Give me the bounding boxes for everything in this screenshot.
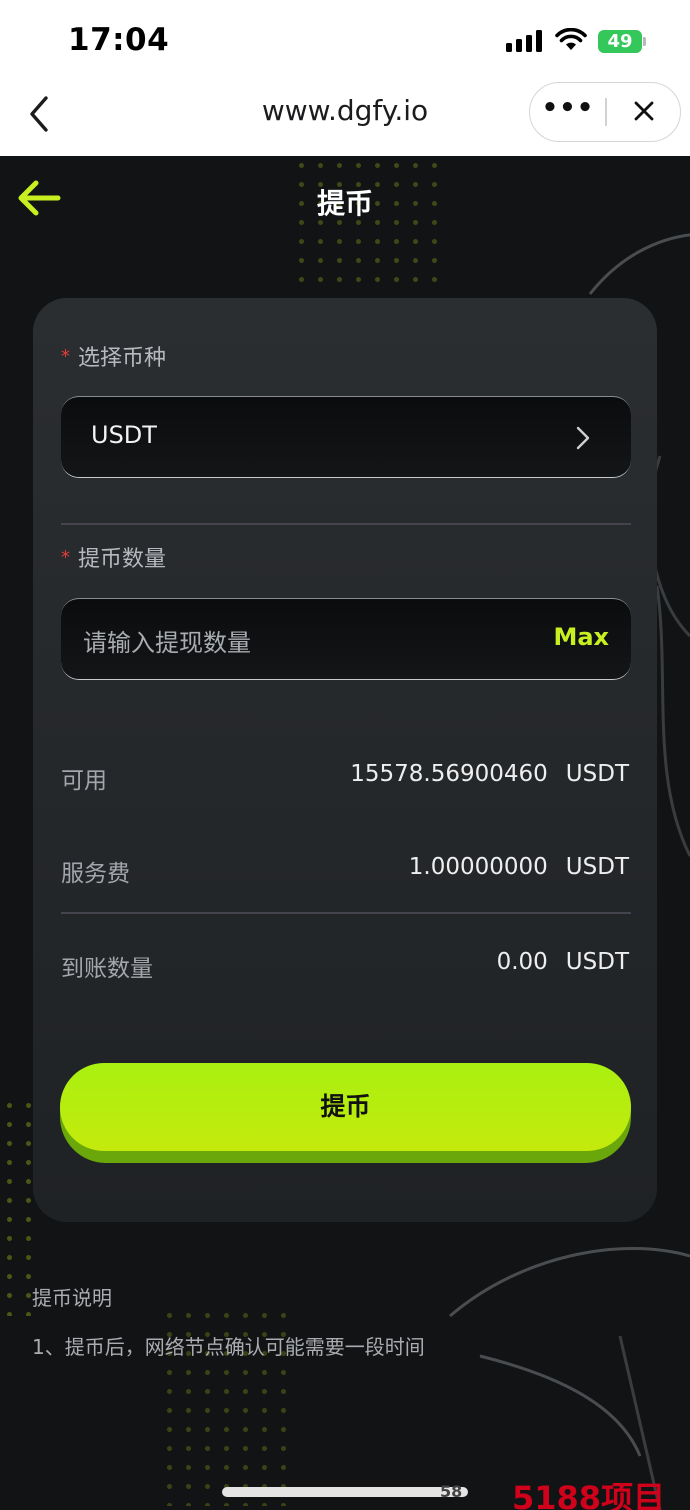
required-mark: * [61,547,70,568]
browser-bar: www.dgfy.io ••• [0,80,690,156]
available-amount: 15578.56900460 [350,761,548,787]
battery-icon: 49 [598,30,642,53]
available-unit: USDT [565,761,629,787]
notes-item: 1、提币后，网络节点确认可能需要一段时间 [32,1335,425,1359]
notes-title: 提币说明 [32,1286,112,1310]
wifi-icon [555,28,587,50]
fee-value: 1.00000000 USDT [409,854,629,880]
withdraw-page: 提币 * 选择币种 USDT * 提币数量 请输入提现数量 Max 可用 15578… [0,156,690,1510]
submit-button[interactable]: 提币 [60,1063,631,1163]
status-bar: 17:04 49 [0,0,690,80]
home-indicator[interactable] [222,1487,468,1497]
received-value: 0.00 USDT [497,949,629,975]
submit-label: 提币 [60,1063,631,1151]
fee-amount: 1.00000000 [408,854,548,880]
browser-capsule: ••• [529,82,681,142]
amount-label-text: 提币数量 [78,547,167,572]
required-mark: * [61,346,70,367]
amount-input[interactable]: 请输入提现数量 Max [61,598,631,680]
battery-cap [643,37,646,46]
chevron-right-icon [576,426,590,450]
withdraw-card: * 选择币种 USDT * 提币数量 请输入提现数量 Max 可用 15578.56… [33,298,657,1222]
divider [61,912,631,914]
available-label: 可用 [61,768,107,794]
amount-label: * 提币数量 [61,541,166,573]
available-value: 15578.56900460 USDT [350,761,629,787]
status-time: 17:04 [68,22,170,58]
amount-placeholder: 请输入提现数量 [83,629,251,657]
close-icon[interactable] [607,83,681,140]
received-label: 到账数量 [61,956,153,982]
received-unit: USDT [565,949,629,975]
signal-icon [506,30,544,52]
watermark-small: 58 [440,1482,463,1501]
fee-label: 服务费 [61,861,130,887]
currency-value: USDT [91,421,157,449]
currency-label: * 选择币种 [61,340,166,372]
more-icon[interactable]: ••• [530,83,606,140]
fee-unit: USDT [565,854,629,880]
max-button[interactable]: Max [553,623,609,651]
received-amount: 0.00 [496,949,548,975]
currency-label-text: 选择币种 [78,346,167,371]
page-title: 提币 [316,187,373,220]
divider [61,523,631,525]
currency-select[interactable]: USDT [61,396,631,478]
watermark: 5188项目网 [512,1479,666,1510]
